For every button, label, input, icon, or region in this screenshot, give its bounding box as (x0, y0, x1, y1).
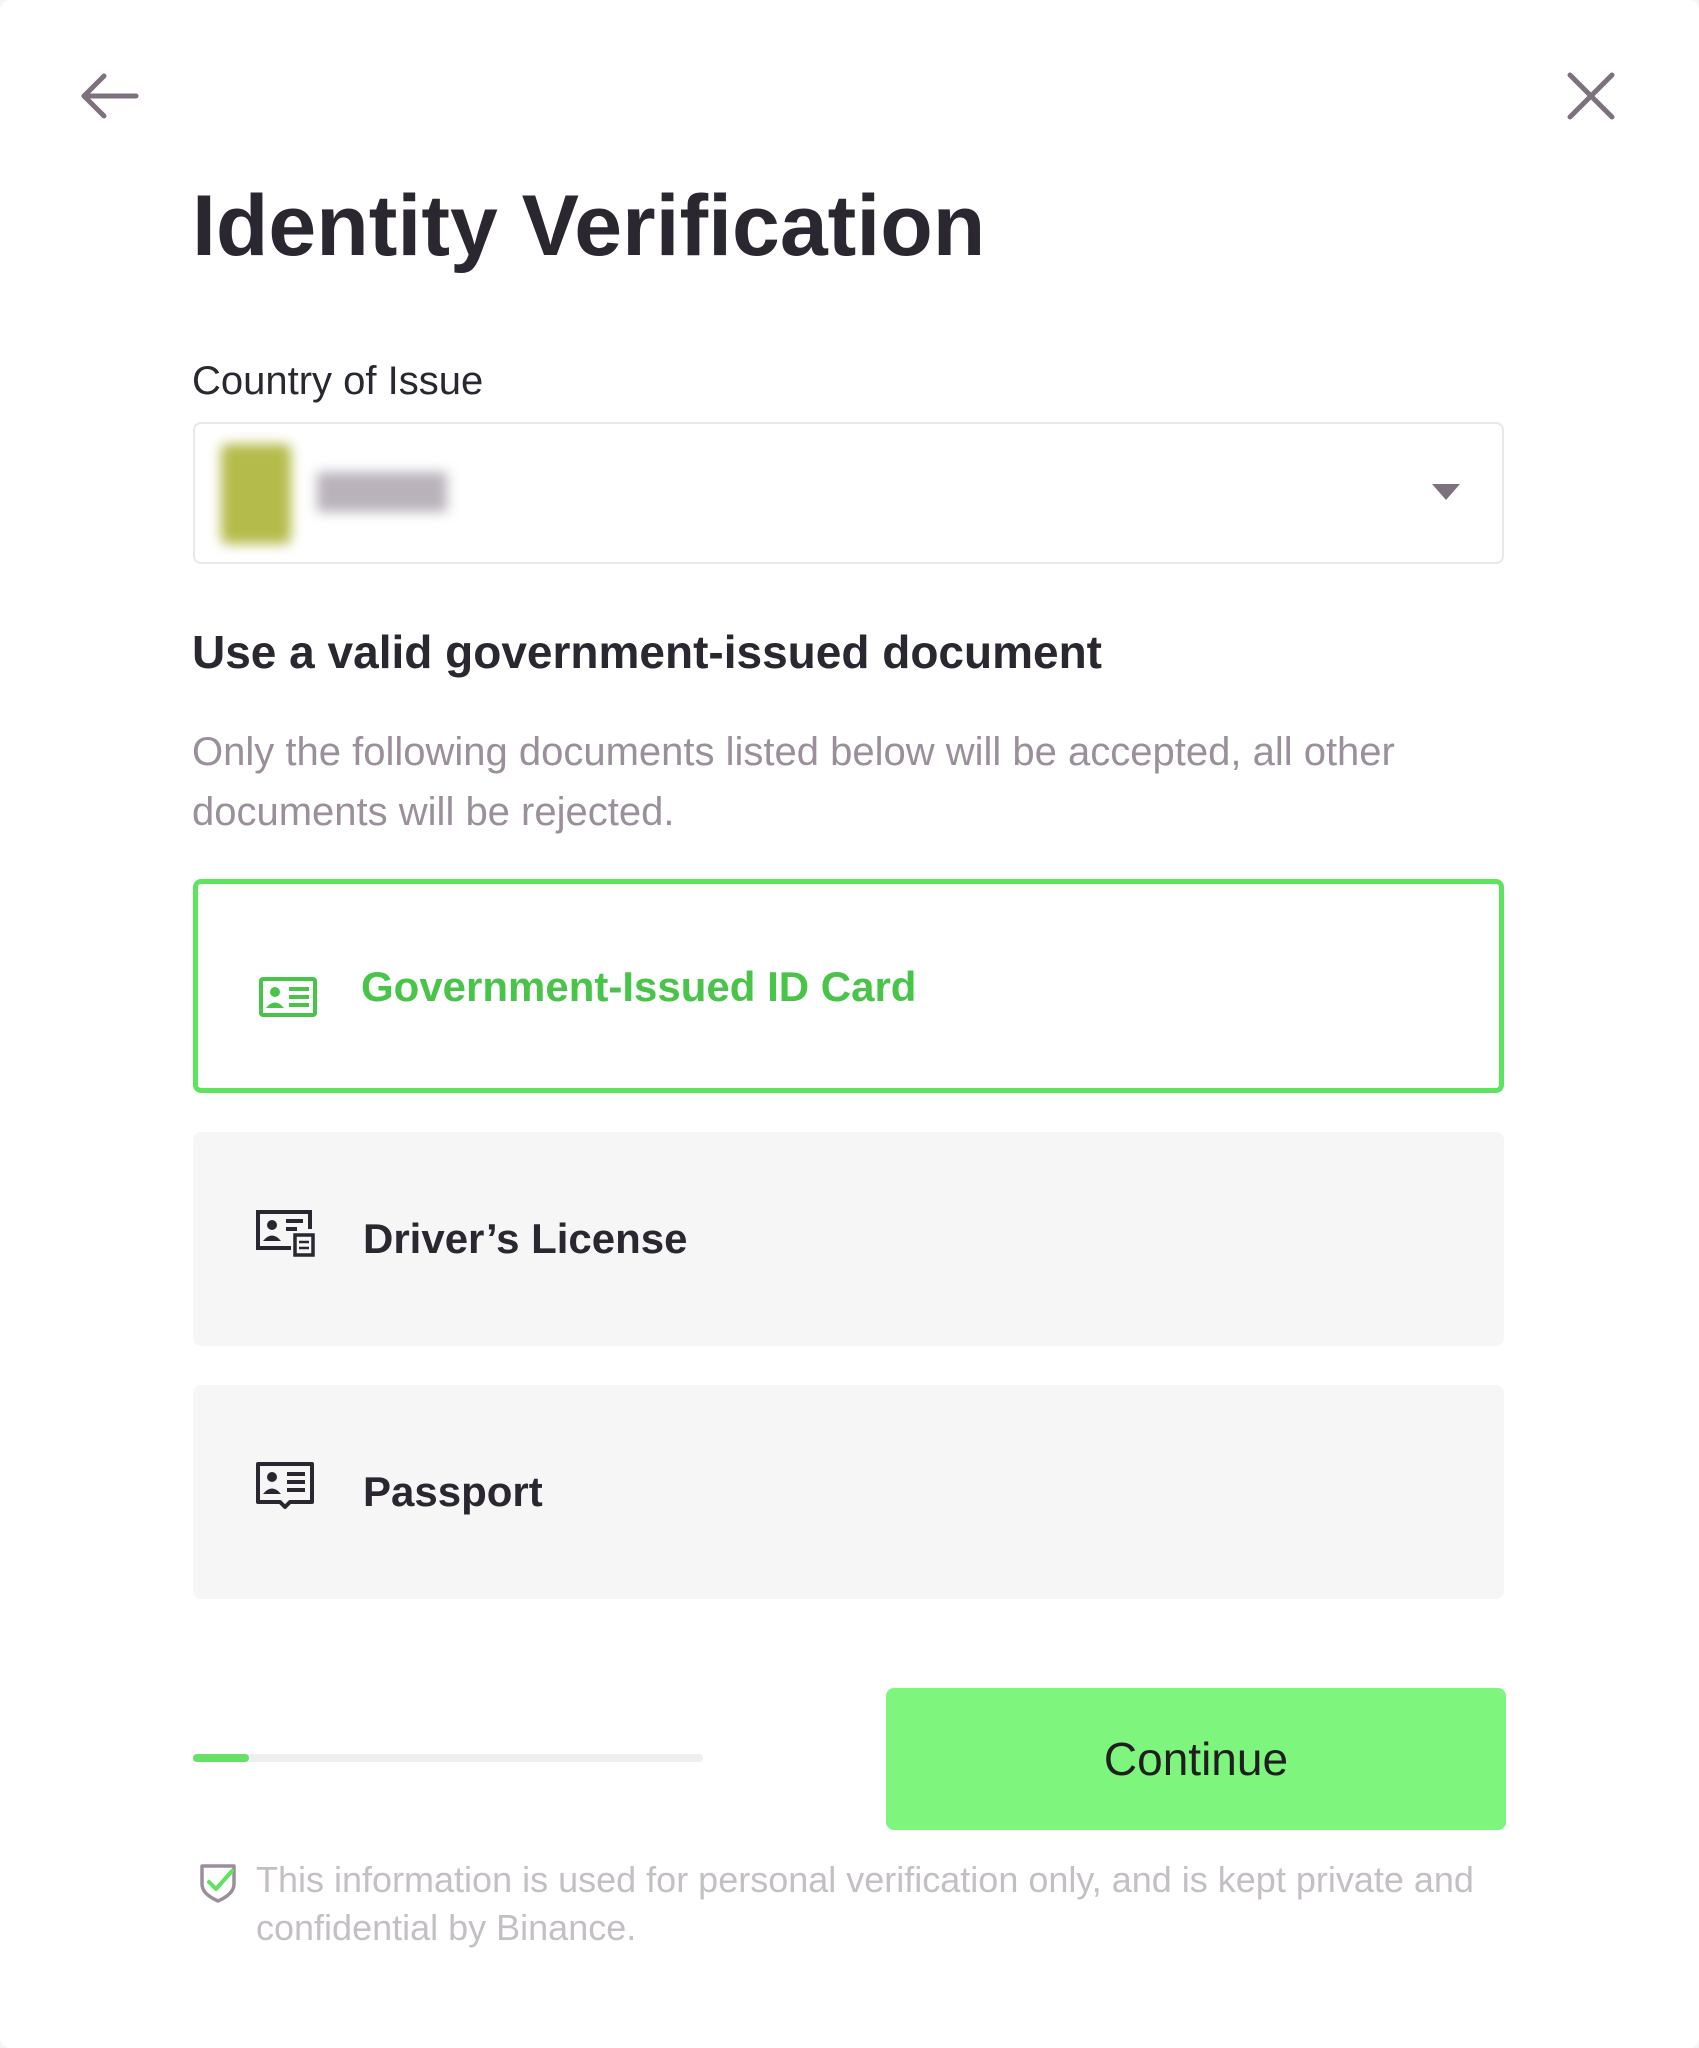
document-description: Only the following documents listed belo… (192, 730, 1395, 834)
country-of-issue-label: Country of Issue (192, 359, 484, 403)
back-button[interactable] (74, 66, 144, 126)
passport-icon (256, 1462, 314, 1509)
arrow-left-icon (81, 73, 139, 119)
identity-verification-modal: Identity Verification Country of Issue U… (0, 0, 1699, 2048)
close-button[interactable] (1556, 66, 1626, 126)
document-heading: Use a valid government-issued document (192, 626, 1103, 678)
document-option-id-card[interactable]: Government-Issued ID Card (193, 879, 1504, 1093)
page-title: Identity Verification (192, 178, 986, 274)
document-option-label: Government-Issued ID Card (361, 963, 917, 1010)
shield-check-icon (200, 1864, 236, 1903)
id-card-icon (259, 977, 317, 1017)
document-option-label: Passport (363, 1468, 543, 1515)
document-option-passport[interactable]: Passport (193, 1385, 1504, 1599)
caret-down-icon (1432, 484, 1460, 500)
country-flag-icon (221, 444, 291, 544)
progress-fill (193, 1754, 250, 1762)
close-icon (1567, 72, 1615, 120)
document-option-label: Driver’s License (363, 1215, 688, 1262)
progress-bar (193, 1754, 703, 1762)
privacy-notice: This information is used for personal ve… (256, 1859, 1474, 1948)
country-select[interactable] (193, 422, 1504, 564)
continue-button[interactable]: Continue (886, 1688, 1506, 1830)
selected-country-value (317, 472, 447, 512)
drivers-license-icon (256, 1210, 315, 1257)
document-option-drivers-license[interactable]: Driver’s License (193, 1132, 1504, 1346)
